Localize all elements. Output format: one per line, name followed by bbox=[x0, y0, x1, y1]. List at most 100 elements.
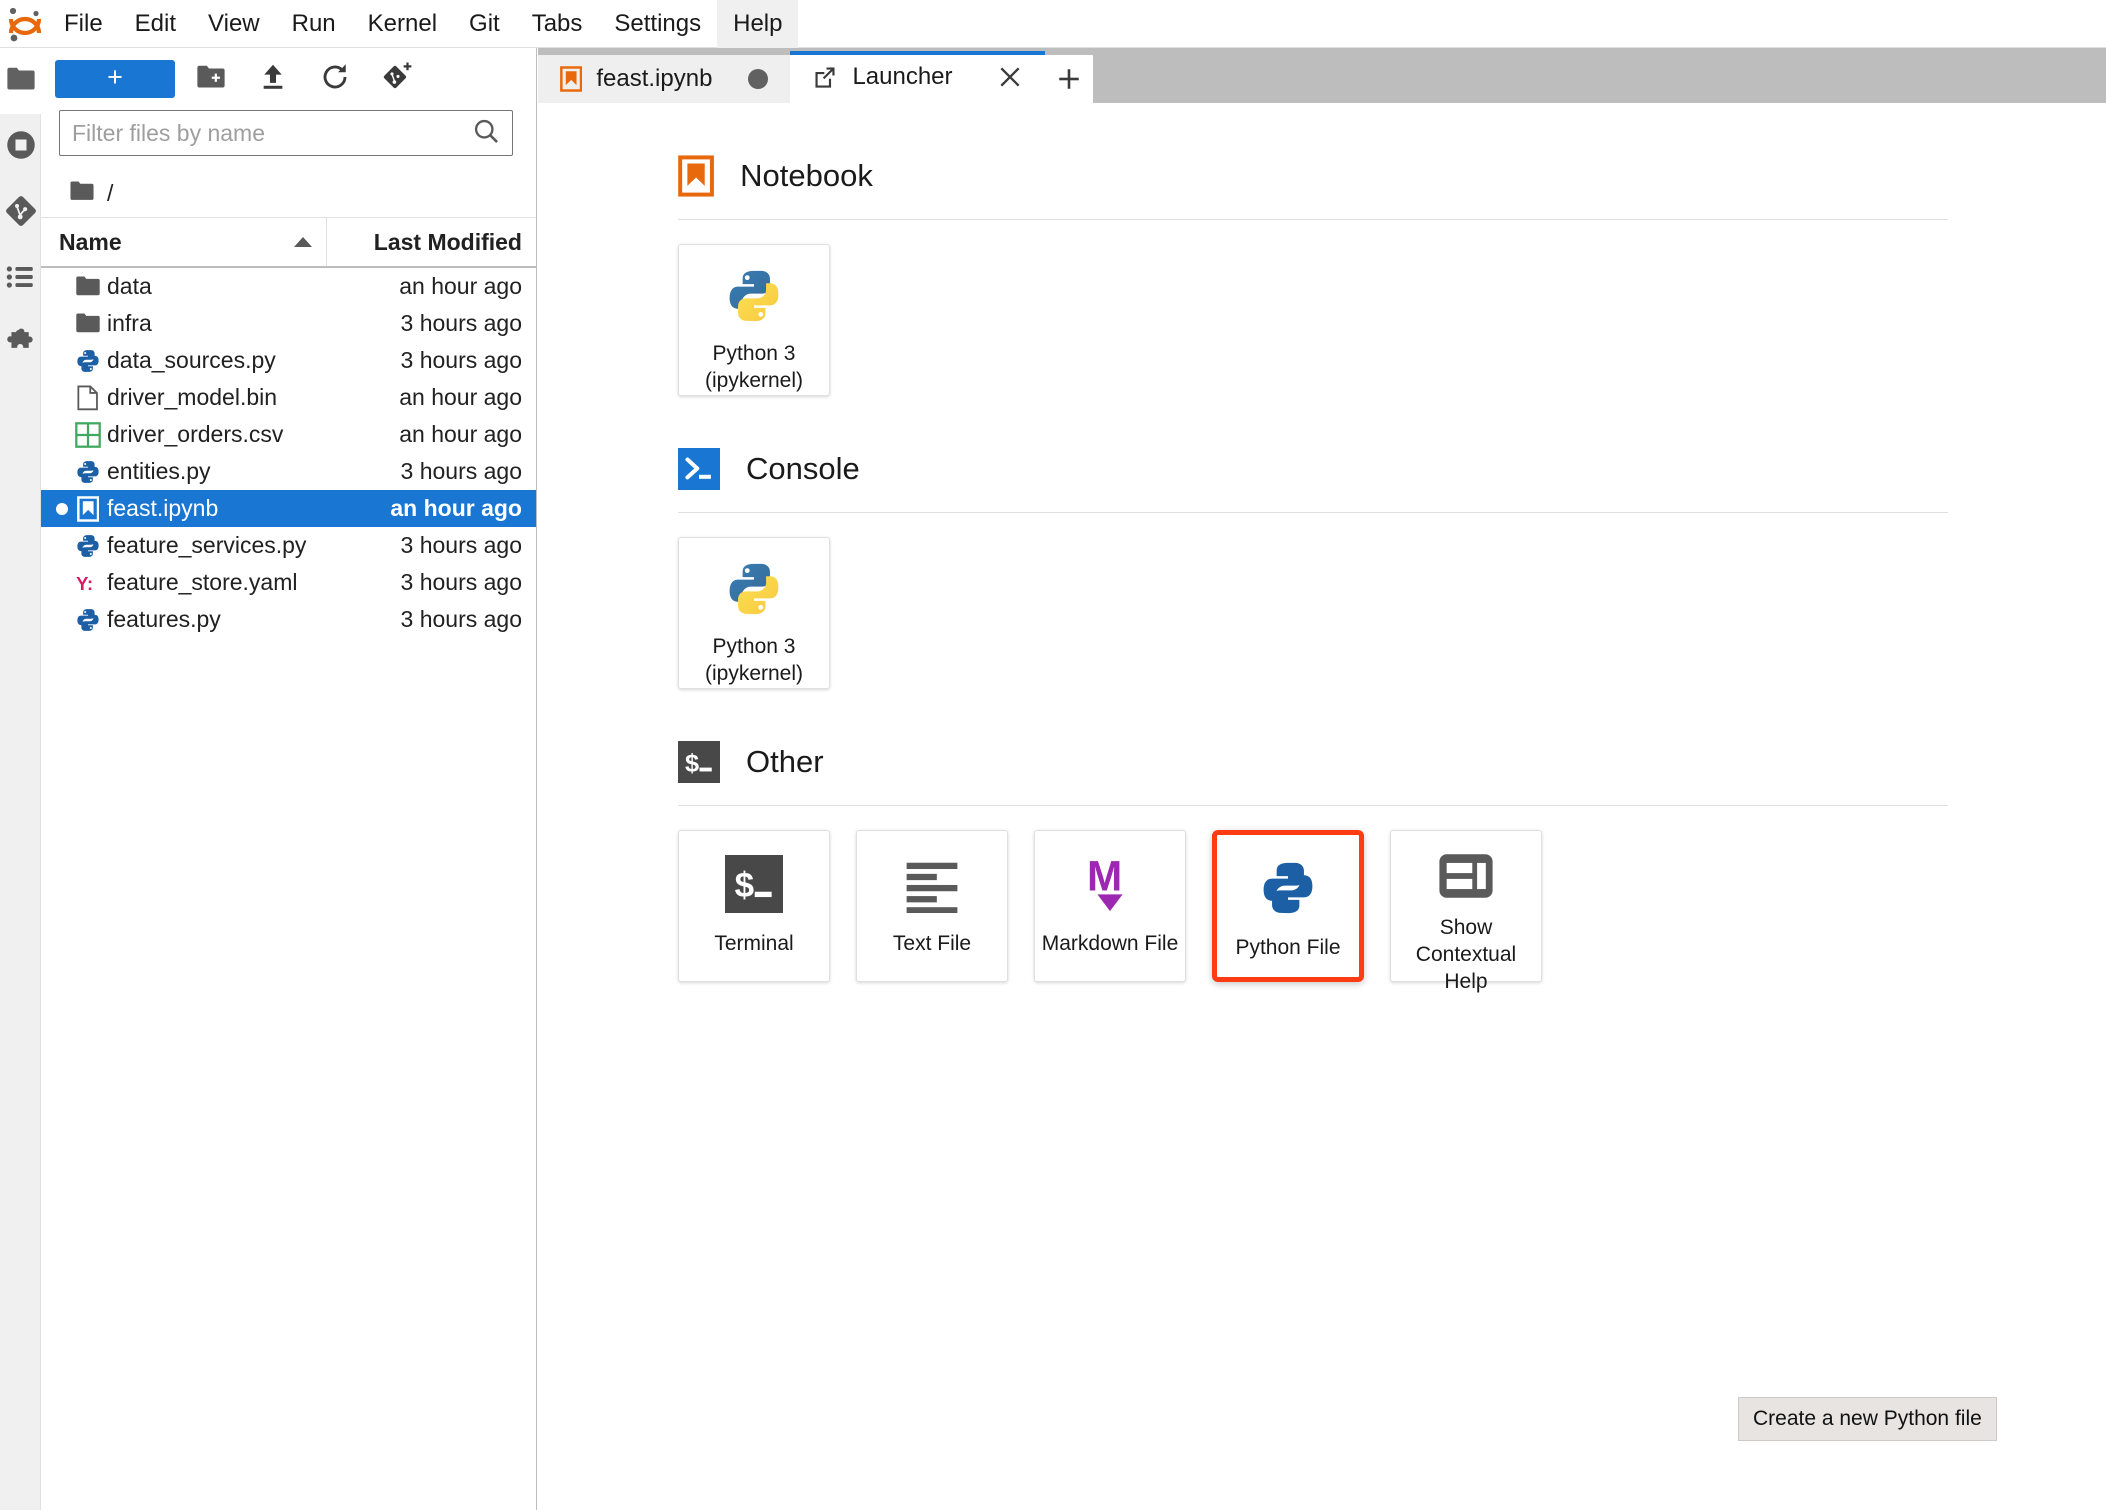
new-git-repository-icon bbox=[382, 62, 412, 97]
tab-feast-ipynb[interactable]: feast.ipynb bbox=[538, 55, 791, 103]
python-icon bbox=[69, 348, 107, 374]
menu-edit[interactable]: Edit bbox=[119, 0, 192, 48]
tab-launcher[interactable]: Launcher bbox=[790, 51, 1045, 103]
file-name: feature_store.yaml bbox=[107, 569, 298, 595]
upload-button[interactable] bbox=[247, 58, 299, 100]
search-icon[interactable] bbox=[472, 117, 500, 150]
launcher-card-show-contextual-help[interactable]: Show Contextual Help bbox=[1390, 830, 1542, 993]
file-row-feature-store-yaml[interactable]: Y: feature_store.yaml 3 hours ago bbox=[41, 564, 536, 601]
search-input[interactable] bbox=[72, 119, 472, 147]
tab-bar: feast.ipynb Launcher bbox=[538, 48, 2106, 103]
file-row-entities-py[interactable]: entities.py 3 hours ago bbox=[41, 453, 536, 490]
file-list: data an hour ago infra 3 hours ago data_sour… bbox=[41, 268, 536, 1510]
launcher-card-label: Python 3 (ipykernel) bbox=[704, 342, 804, 393]
file-modified: 3 hours ago bbox=[400, 347, 522, 373]
file-row-feature-services-py[interactable]: feature_services.py 3 hours ago bbox=[41, 527, 536, 564]
sidebar-item-git[interactable] bbox=[0, 180, 41, 246]
column-header-last-modified-label: Last Modified bbox=[373, 228, 522, 255]
tab-label: feast.ipynb bbox=[596, 65, 713, 92]
launcher-card-row: Python 3 (ipykernel) bbox=[678, 537, 1968, 689]
file-name: entities.py bbox=[107, 458, 211, 484]
file-modified: 3 hours ago bbox=[400, 310, 522, 336]
launcher-card-terminal[interactable]: $ Terminal bbox=[678, 830, 830, 982]
svg-text:$: $ bbox=[735, 866, 754, 905]
file-row-driver-orders-csv[interactable]: driver_orders.csv an hour ago bbox=[41, 416, 536, 453]
column-header-last-modified[interactable]: Last Modified bbox=[327, 218, 536, 266]
file-row-features-py[interactable]: features.py 3 hours ago bbox=[41, 601, 536, 638]
running-kernel-indicator bbox=[55, 502, 69, 515]
breadcrumb-path: / bbox=[107, 180, 114, 206]
svg-text:Y:: Y: bbox=[76, 573, 93, 594]
terminal-icon: $ bbox=[678, 741, 720, 783]
section-title: Notebook bbox=[740, 158, 873, 193]
sidebar-item-extension-manager[interactable] bbox=[0, 312, 41, 378]
file-row-driver-model-bin[interactable]: driver_model.bin an hour ago bbox=[41, 379, 536, 416]
file-modified: an hour ago bbox=[390, 495, 522, 521]
menu-settings[interactable]: Settings bbox=[598, 0, 717, 48]
git-icon bbox=[5, 195, 37, 232]
python-icon bbox=[69, 533, 107, 559]
file-name: driver_orders.csv bbox=[107, 421, 284, 447]
launcher-card-label: Terminal bbox=[714, 932, 794, 955]
spreadsheet-icon bbox=[69, 421, 107, 448]
menu-run[interactable]: Run bbox=[276, 0, 352, 48]
python-icon bbox=[69, 607, 107, 633]
console-icon bbox=[678, 448, 720, 490]
file-row-feast-ipynb[interactable]: feast.ipynb an hour ago bbox=[41, 490, 536, 527]
launcher-section-header-notebook: Notebook bbox=[678, 155, 2106, 197]
column-header-name[interactable]: Name bbox=[41, 218, 327, 266]
menu-file[interactable]: File bbox=[48, 0, 119, 48]
launcher-card-python-3-ipykernel[interactable]: Python 3 (ipykernel) bbox=[678, 537, 830, 689]
folder-icon bbox=[69, 180, 95, 207]
git-clone-button[interactable] bbox=[371, 58, 423, 100]
file-icon bbox=[69, 385, 107, 411]
launcher-card-text-file[interactable]: Text File bbox=[856, 830, 1008, 982]
menu-view[interactable]: View bbox=[192, 0, 276, 48]
new-folder-button[interactable] bbox=[185, 58, 237, 100]
file-row-infra[interactable]: infra 3 hours ago bbox=[41, 305, 536, 342]
sidebar-item-running-sessions[interactable] bbox=[0, 114, 41, 180]
markdown-icon: M bbox=[1081, 847, 1139, 921]
file-list-header: Name Last Modified bbox=[41, 218, 536, 268]
launcher-card-label: Markdown File bbox=[1041, 932, 1179, 955]
sidebar-item-table-of-contents[interactable] bbox=[0, 246, 41, 312]
menu-help[interactable]: Help bbox=[717, 0, 799, 48]
sidebar-item-file-browser[interactable] bbox=[0, 48, 41, 114]
activity-bar bbox=[0, 48, 41, 1510]
file-name: data_sources.py bbox=[107, 347, 276, 373]
menu-git[interactable]: Git bbox=[453, 0, 516, 48]
new-tab-button[interactable] bbox=[1044, 55, 1093, 103]
menu-tabs[interactable]: Tabs bbox=[516, 0, 599, 48]
puzzle-icon bbox=[5, 327, 37, 364]
menu-kernel[interactable]: Kernel bbox=[352, 0, 453, 48]
main-area: feast.ipynb Launcher Notebook Python 3 (i… bbox=[538, 48, 2106, 1510]
close-icon[interactable] bbox=[997, 64, 1023, 90]
python-mono-icon bbox=[1259, 851, 1317, 925]
section-divider bbox=[678, 512, 1948, 513]
file-row-data[interactable]: data an hour ago bbox=[41, 268, 536, 305]
file-name: data bbox=[107, 273, 152, 299]
launcher-card-python-file[interactable]: Python File bbox=[1212, 830, 1364, 982]
launcher-card-python-3-ipykernel[interactable]: Python 3 (ipykernel) bbox=[678, 244, 830, 396]
launcher-card-label: Show Contextual Help bbox=[1415, 916, 1517, 993]
file-modified: 3 hours ago bbox=[400, 569, 522, 595]
svg-text:$: $ bbox=[685, 749, 699, 777]
file-modified: an hour ago bbox=[399, 273, 522, 299]
new-launcher-button[interactable]: + bbox=[55, 60, 175, 98]
yaml-icon: Y: bbox=[69, 570, 107, 596]
breadcrumb[interactable]: / bbox=[41, 170, 536, 218]
file-name: driver_model.bin bbox=[107, 384, 278, 410]
file-name: infra bbox=[107, 310, 152, 336]
terminal-icon: $ bbox=[725, 847, 783, 921]
tab-label: Launcher bbox=[852, 63, 953, 90]
tab-dirty-indicator[interactable] bbox=[748, 69, 769, 89]
refresh-icon bbox=[320, 62, 350, 97]
jupyter-logo-icon bbox=[2, 1, 48, 47]
file-filter-box[interactable] bbox=[59, 110, 513, 156]
refresh-button[interactable] bbox=[309, 58, 361, 100]
launcher-section-header-other: $ Other bbox=[678, 741, 2106, 783]
file-row-data-sources-py[interactable]: data_sources.py 3 hours ago bbox=[41, 342, 536, 379]
launcher-card-markdown-file[interactable]: M Markdown File bbox=[1034, 830, 1186, 982]
launcher-card-label: Text File bbox=[892, 932, 972, 955]
launcher-section-header-console: Console bbox=[678, 448, 2106, 490]
